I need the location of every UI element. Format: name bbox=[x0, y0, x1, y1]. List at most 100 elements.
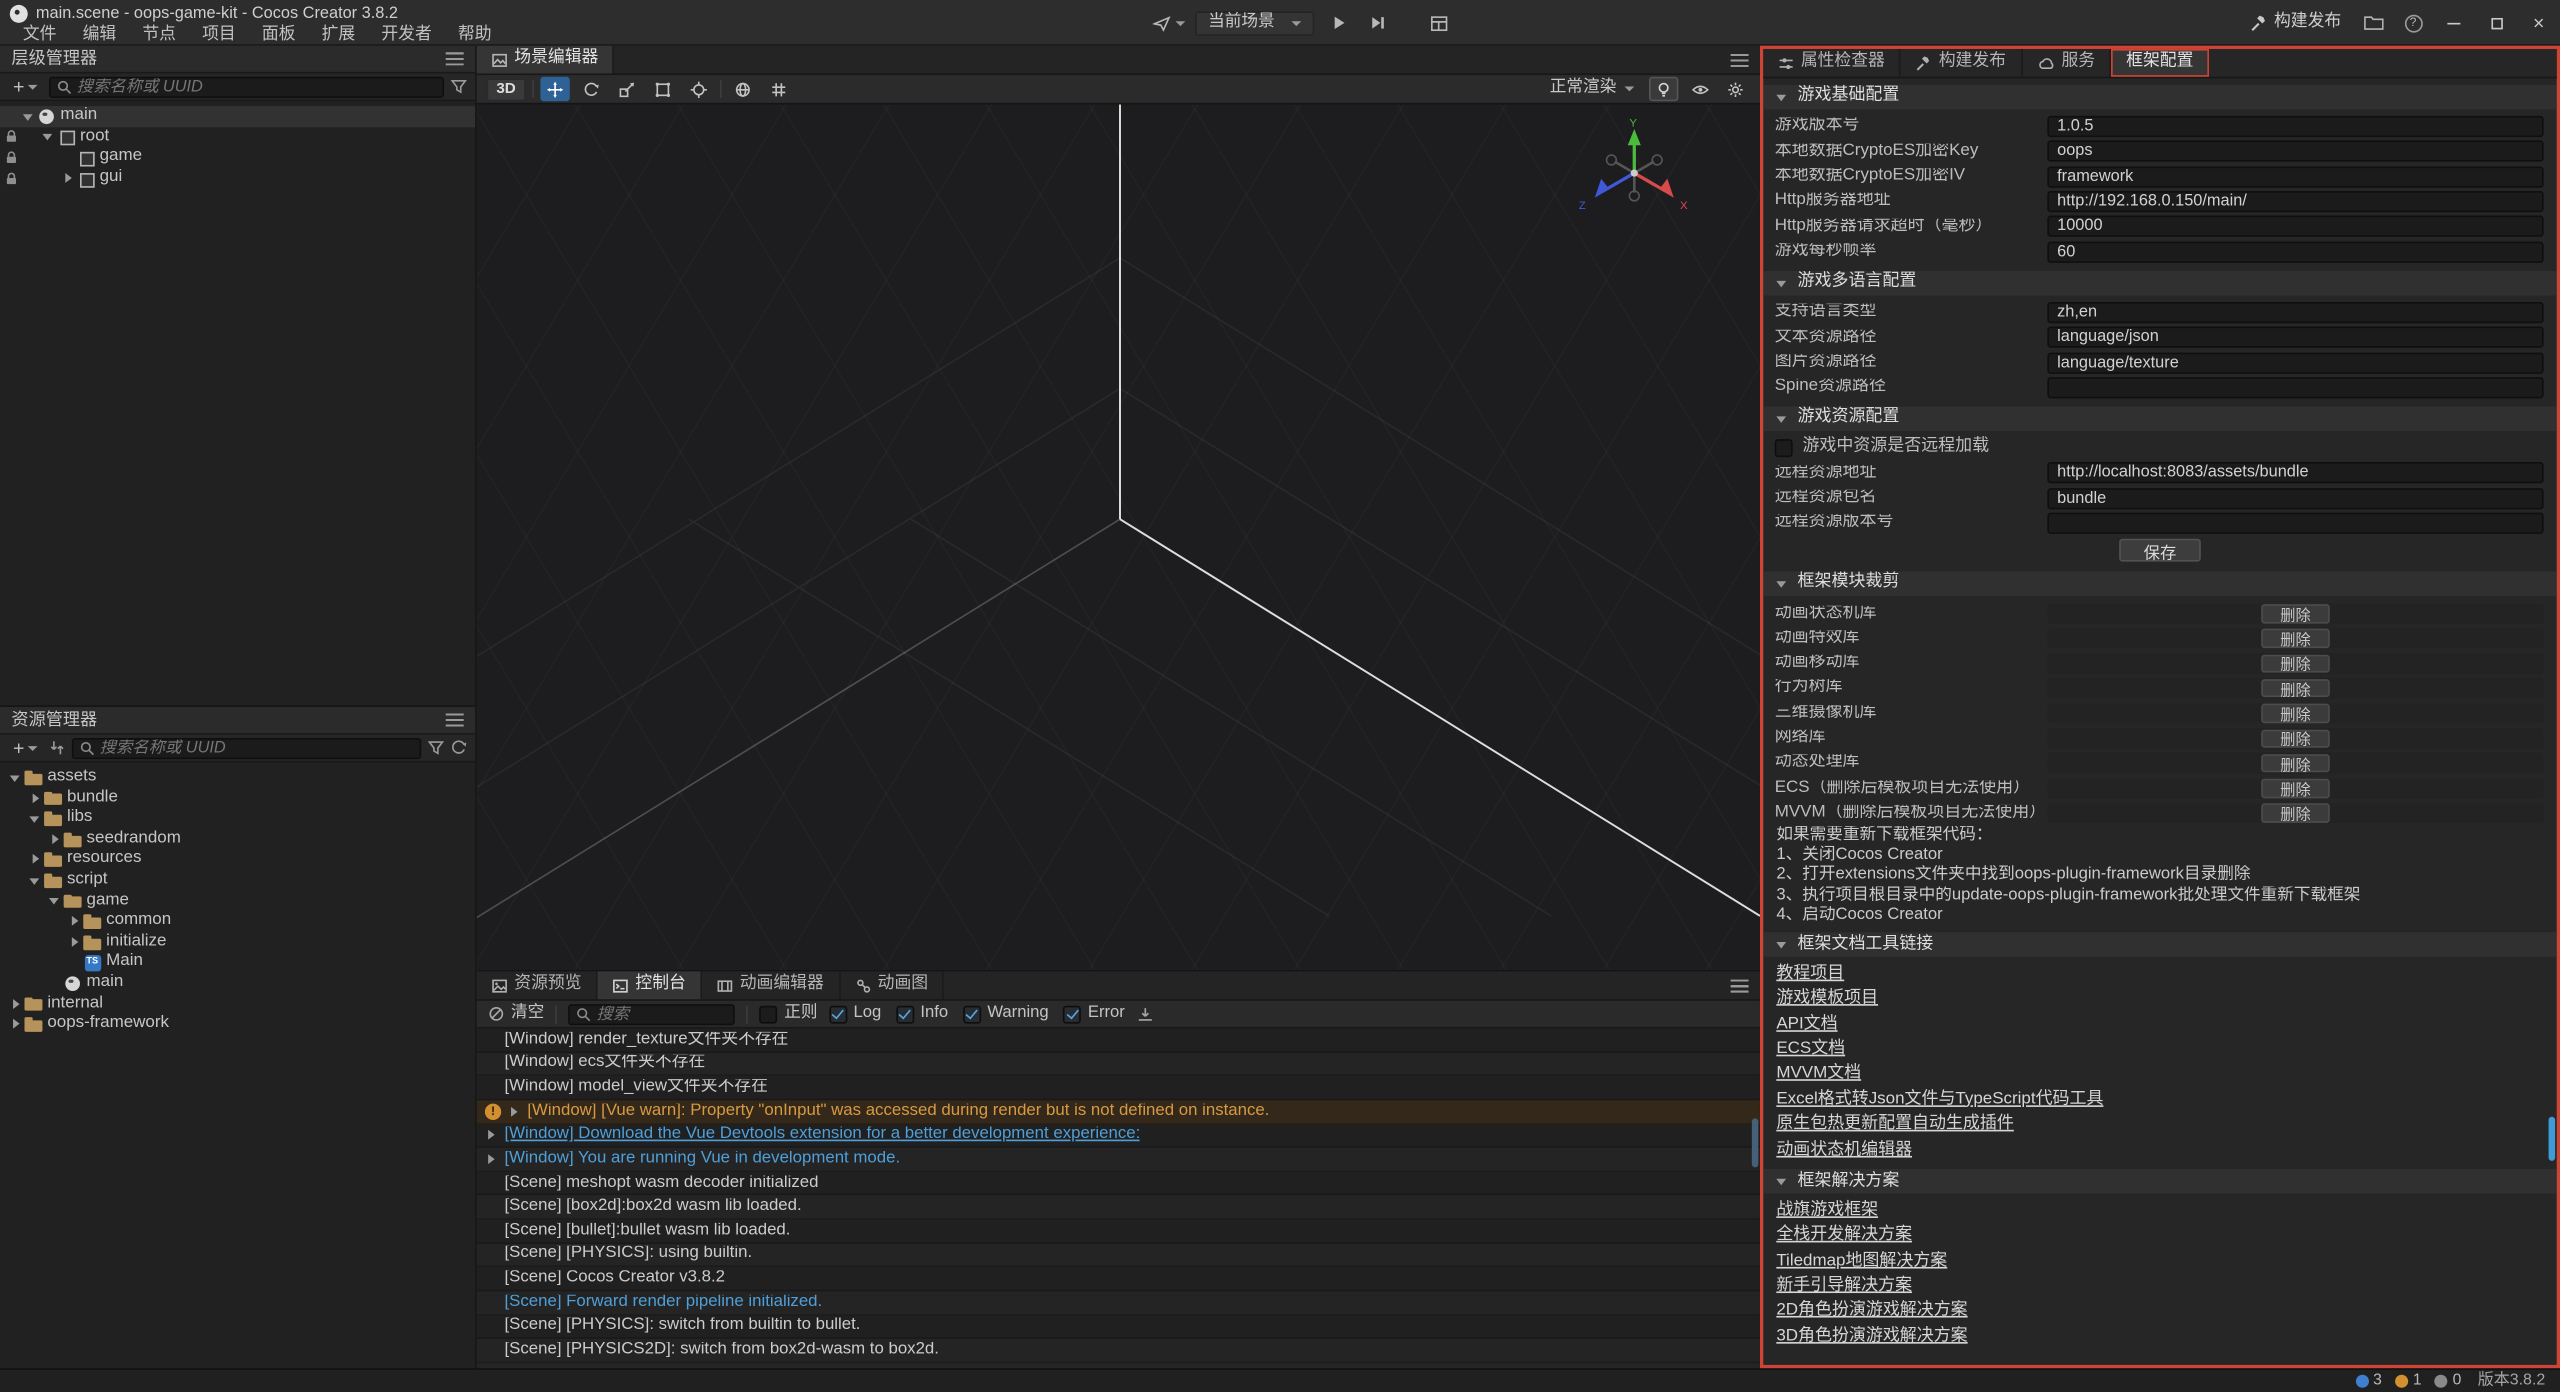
menu-item[interactable]: 面板 bbox=[249, 28, 309, 45]
delete-module-button[interactable]: 删除 bbox=[2261, 779, 2331, 798]
minimize-button[interactable] bbox=[2433, 0, 2475, 46]
asset-node-row[interactable]: initialize bbox=[0, 932, 475, 953]
asset-node-row[interactable]: seedrandom bbox=[0, 829, 475, 850]
console-regex-toggle[interactable]: 正则 bbox=[760, 1005, 818, 1023]
expand-caret[interactable] bbox=[47, 832, 62, 847]
expand-caret[interactable] bbox=[21, 109, 36, 124]
property-input[interactable] bbox=[2047, 141, 2543, 162]
asset-node-row[interactable]: bundle bbox=[0, 788, 475, 809]
menu-item[interactable]: 开发者 bbox=[368, 28, 445, 45]
expand-caret[interactable] bbox=[60, 171, 75, 186]
console-search[interactable] bbox=[569, 1003, 736, 1024]
tab-framework-config[interactable]: 框架配置 bbox=[2111, 49, 2209, 77]
hierarchy-node-row[interactable]: gui bbox=[0, 168, 475, 189]
inspector-scrollbar-thumb[interactable] bbox=[2549, 1117, 2556, 1161]
expand-caret[interactable] bbox=[485, 1153, 498, 1166]
property-input[interactable] bbox=[2047, 488, 2543, 509]
expand-caret[interactable] bbox=[8, 770, 23, 785]
step-button[interactable] bbox=[1363, 10, 1392, 36]
menu-item[interactable]: 编辑 bbox=[70, 28, 130, 45]
menu-item[interactable]: 扩展 bbox=[309, 28, 369, 45]
property-input[interactable] bbox=[2047, 191, 2543, 212]
move-tool-button[interactable] bbox=[540, 77, 569, 101]
preview-platform-button[interactable] bbox=[1153, 10, 1186, 36]
create-node-button[interactable]: + bbox=[8, 76, 42, 97]
console-log-row[interactable]: ! [Scene] [PHYSICS]: switch from builtin… bbox=[477, 1315, 1760, 1339]
console-log-row[interactable]: ! [Scene] [bullet]:bullet wasm lib loade… bbox=[477, 1220, 1760, 1244]
lighting-toggle-button[interactable] bbox=[1649, 77, 1678, 101]
coordinate-space-button[interactable] bbox=[728, 77, 757, 101]
hierarchy-search-input[interactable] bbox=[77, 78, 436, 96]
delete-module-button[interactable]: 删除 bbox=[2261, 704, 2331, 723]
expand-caret[interactable] bbox=[28, 873, 43, 888]
tab-animation-editor[interactable]: 动画编辑器 bbox=[702, 971, 840, 999]
console-log-row[interactable]: ! [Window] Download the Vue Devtools ext… bbox=[477, 1124, 1760, 1148]
expand-caret[interactable] bbox=[8, 1017, 23, 1032]
toggle-3d-button[interactable]: 3D bbox=[487, 78, 526, 101]
solution-link[interactable]: 战旗游戏框架 bbox=[1776, 1199, 1878, 1224]
expand-caret[interactable] bbox=[8, 996, 23, 1011]
help-button[interactable]: ? bbox=[2393, 0, 2432, 46]
doc-link[interactable]: 原生包热更新配置自动生成插件 bbox=[1776, 1113, 2013, 1138]
console-log-row[interactable]: ! [Window] You are running Vue in develo… bbox=[477, 1148, 1760, 1172]
build-publish-button[interactable]: 构建发布 bbox=[2236, 0, 2354, 46]
refresh-icon[interactable] bbox=[451, 740, 467, 756]
delete-module-button[interactable]: 删除 bbox=[2261, 629, 2331, 648]
delete-module-button[interactable]: 删除 bbox=[2261, 604, 2331, 623]
remote-load-toggle[interactable]: 游戏中资源是否远程加载 bbox=[1763, 436, 2556, 461]
expand-caret[interactable] bbox=[67, 914, 82, 929]
console-log-row[interactable]: ! [Window] model_view文件夹不存在 bbox=[477, 1076, 1760, 1100]
property-input[interactable] bbox=[2047, 216, 2543, 237]
expand-caret[interactable] bbox=[28, 811, 43, 826]
scene-select[interactable]: 当前场景 bbox=[1195, 11, 1314, 35]
panel-menu-icon[interactable] bbox=[1731, 979, 1749, 992]
menu-item[interactable]: 节点 bbox=[129, 28, 189, 45]
counter[interactable]: 0 bbox=[2435, 1373, 2462, 1389]
filter-icon[interactable] bbox=[451, 78, 467, 94]
expand-caret[interactable] bbox=[28, 791, 43, 806]
rotate-tool-button[interactable] bbox=[576, 77, 605, 101]
view-visibility-button[interactable] bbox=[1685, 77, 1714, 101]
doc-link[interactable]: MVVM文档 bbox=[1776, 1063, 1861, 1088]
property-input[interactable] bbox=[2047, 116, 2543, 137]
delete-module-button[interactable]: 删除 bbox=[2261, 679, 2331, 698]
assets-search-input[interactable] bbox=[100, 739, 413, 757]
filter-checkbox[interactable] bbox=[896, 1005, 914, 1023]
export-log-icon[interactable] bbox=[1136, 1005, 1154, 1023]
tab-build-publish[interactable]: 构建发布 bbox=[1901, 49, 2022, 77]
hierarchy-node-row[interactable]: main bbox=[0, 106, 475, 127]
menu-item[interactable]: 帮助 bbox=[445, 28, 505, 45]
property-input[interactable] bbox=[2047, 463, 2543, 484]
hierarchy-search[interactable] bbox=[49, 76, 444, 97]
panel-menu-icon[interactable] bbox=[446, 713, 464, 726]
console-filter[interactable]: Info bbox=[896, 1005, 948, 1023]
console-log-row[interactable]: ! [Window] render_texture文件夹不存在 bbox=[477, 1029, 1760, 1053]
tab-scene-editor[interactable]: 场景编辑器 bbox=[477, 46, 615, 74]
console-filter[interactable]: Warning bbox=[963, 1005, 1049, 1023]
filter-checkbox[interactable] bbox=[1063, 1005, 1081, 1023]
render-mode-select[interactable]: 正常渲染 bbox=[1542, 81, 1643, 98]
asset-node-row[interactable]: assets bbox=[0, 767, 475, 788]
console-filter[interactable]: Error bbox=[1063, 1005, 1124, 1023]
open-folder-button[interactable] bbox=[2354, 0, 2393, 46]
console-log-row[interactable]: ! [Window] ecs文件夹不存在 bbox=[477, 1052, 1760, 1076]
property-input[interactable] bbox=[2047, 513, 2543, 534]
solution-link[interactable]: 3D角色扮演游戏解决方案 bbox=[1776, 1325, 1967, 1350]
close-button[interactable]: × bbox=[2518, 0, 2560, 46]
property-input[interactable] bbox=[2047, 327, 2543, 348]
expand-caret[interactable] bbox=[41, 130, 56, 145]
section-header-language[interactable]: 游戏多语言配置 bbox=[1763, 271, 2556, 295]
console-log-row[interactable]: ! [Window] [Vue warn]: Property "onInput… bbox=[477, 1100, 1760, 1124]
snap-settings-button[interactable] bbox=[764, 77, 793, 101]
lock-icon[interactable] bbox=[0, 127, 21, 147]
filter-checkbox[interactable] bbox=[829, 1005, 847, 1023]
console-log-row[interactable]: ! [Scene] [box2d]:box2d wasm lib loaded. bbox=[477, 1196, 1760, 1220]
console-log-row[interactable]: ! [Scene] [PHYSICS2D]: switch from box2d… bbox=[477, 1339, 1760, 1363]
filter-checkbox[interactable] bbox=[963, 1005, 981, 1023]
expand-caret[interactable] bbox=[508, 1105, 521, 1118]
assets-search[interactable] bbox=[72, 737, 421, 758]
doc-link[interactable]: ECS文档 bbox=[1776, 1038, 1845, 1063]
section-header-basic[interactable]: 游戏基础配置 bbox=[1763, 85, 2556, 109]
console-log-row[interactable]: ! [Scene] meshopt wasm decoder initializ… bbox=[477, 1172, 1760, 1196]
menu-item[interactable]: 文件 bbox=[10, 28, 70, 45]
